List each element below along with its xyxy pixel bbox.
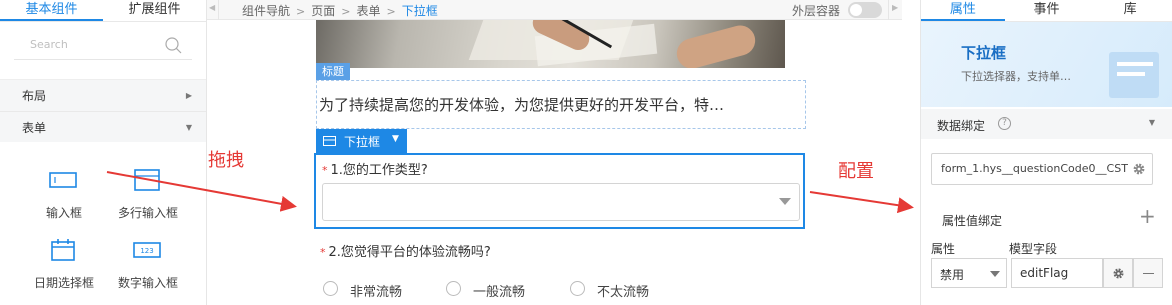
outer-container-label: 外层容器 <box>792 4 841 18</box>
breadcrumb-item[interactable]: 表单 <box>356 4 380 18</box>
component-info-banner: 下拉框 下拉选择器，支持单… <box>921 22 1172 107</box>
caret-down-icon <box>990 271 1000 277</box>
radio-label: 不太流畅 <box>597 285 650 300</box>
radio-circle[interactable] <box>323 281 338 296</box>
required-mark: * <box>320 246 326 259</box>
collapse-right-handle[interactable]: ▶ <box>888 0 902 20</box>
component-number-input[interactable]: 123 数字输入框 <box>104 230 192 296</box>
chevron-right-icon: ▶ <box>892 3 899 12</box>
collapse-left-handle[interactable]: ◀ <box>207 0 219 20</box>
question-2-label: * 2.您觉得平台的体验流畅吗? <box>320 241 491 260</box>
question-1-label: * 1.您的工作类型? <box>322 159 428 178</box>
title-text: 为了持续提高您的开发体验，为您提供更好的开发平台，特… <box>319 96 725 114</box>
breadcrumb-separator: > <box>296 5 306 18</box>
breadcrumb: 组件导航 > 页面 > 表单 > 下拉框 <box>242 2 438 19</box>
svg-text:123: 123 <box>140 247 153 255</box>
tab-properties[interactable]: 属性 <box>921 0 1005 21</box>
title-component[interactable]: 为了持续提高您的开发体验，为您提供更好的开发平台，特… <box>316 80 806 129</box>
radio-circle[interactable] <box>570 281 585 296</box>
number-input-icon: 123 <box>133 242 161 258</box>
tab-basic-components[interactable]: 基本组件 <box>0 0 103 21</box>
minus-icon <box>1143 273 1154 274</box>
property-select[interactable]: 禁用 <box>931 258 1007 288</box>
column-header-model-field: 模型字段 <box>1009 242 1058 256</box>
component-input-box[interactable]: 输入框 <box>20 160 108 226</box>
search-area <box>0 22 206 80</box>
outer-container-toggle[interactable] <box>848 2 882 18</box>
category-form[interactable]: 表单 ▼ <box>0 111 206 142</box>
title-component-tag: 标题 <box>316 63 350 80</box>
dropdown-select[interactable] <box>322 183 800 221</box>
selected-component-tag[interactable]: 下拉框 ▼ <box>316 129 407 153</box>
chevron-down-icon: ▼ <box>1148 118 1155 127</box>
dropdown-component-icon <box>323 136 336 146</box>
breadcrumb-separator: > <box>341 5 351 18</box>
palette-tabs: 基本组件 扩展组件 <box>0 0 206 22</box>
component-title: 下拉框 <box>961 44 1007 62</box>
breadcrumb-item[interactable]: 组件导航 <box>242 4 290 18</box>
breadcrumb-current: 下拉框 <box>401 4 438 18</box>
component-label: 多行输入框 <box>117 206 178 220</box>
component-palette: 基本组件 扩展组件 布局 ▶ 表单 ▼ <box>0 0 207 305</box>
configure-arrow <box>809 191 914 214</box>
component-label: 数字输入框 <box>117 276 178 290</box>
search-icon[interactable] <box>165 37 182 54</box>
component-date-picker[interactable]: 日期选择框 <box>20 230 108 296</box>
remove-binding-button[interactable] <box>1133 258 1163 288</box>
toggle-knob <box>850 4 862 16</box>
breadcrumb-item[interactable]: 页面 <box>311 4 335 18</box>
radio-circle[interactable] <box>446 281 461 296</box>
tab-library[interactable]: 库 <box>1088 0 1172 21</box>
category-label: 表单 <box>22 120 47 135</box>
data-binding-value: form_1.hys__questionCode0__CST <box>941 162 1128 175</box>
section-label: 数据绑定 <box>937 119 986 133</box>
chevron-right-icon: ▶ <box>185 91 192 100</box>
add-binding-button[interactable]: + <box>1139 204 1156 228</box>
model-field-value: editFlag <box>1020 266 1069 280</box>
column-header-property: 属性 <box>931 242 956 256</box>
banner-image <box>316 20 785 68</box>
property-binding-label: 属性值绑定 <box>942 214 1003 228</box>
search-box <box>14 34 192 60</box>
canvas-header: ◀ 组件导航 > 页面 > 表单 > 下拉框 外层容器 ▶ <box>207 0 902 20</box>
selected-component-label: 下拉框 <box>344 135 381 149</box>
search-input[interactable] <box>14 34 164 51</box>
caret-down-icon <box>779 198 791 205</box>
calendar-icon <box>51 239 75 261</box>
help-icon[interactable]: ? <box>998 117 1011 130</box>
category-label: 布局 <box>22 89 47 103</box>
model-field-settings-button[interactable] <box>1103 258 1133 288</box>
caret-down-icon[interactable]: ▼ <box>392 134 399 144</box>
chevron-down-icon: ▼ <box>185 122 192 132</box>
category-layout[interactable]: 布局 ▶ <box>0 80 206 111</box>
data-binding-field[interactable]: form_1.hys__questionCode0__CST <box>931 153 1153 185</box>
radio-label: 一般流畅 <box>473 285 526 300</box>
textarea-icon <box>134 169 160 191</box>
tab-events[interactable]: 事件 <box>1005 0 1089 21</box>
radio-label: 非常流畅 <box>350 285 403 300</box>
input-box-icon <box>49 172 77 188</box>
question-2-text: 2.您觉得平台的体验流畅吗? <box>328 245 491 260</box>
gear-icon <box>1113 268 1124 279</box>
data-binding-section-header[interactable]: 数据绑定 ? ▼ <box>921 109 1172 139</box>
component-label: 输入框 <box>45 206 82 220</box>
property-tabs: 属性 事件 库 <box>921 0 1172 22</box>
property-select-value: 禁用 <box>940 268 965 282</box>
drag-annotation: 拖拽 <box>208 150 244 171</box>
chevron-left-icon: ◀ <box>209 3 216 12</box>
gear-icon[interactable] <box>1132 162 1146 176</box>
dropdown-component[interactable]: * 1.您的工作类型? <box>314 153 805 229</box>
required-mark: * <box>322 164 328 177</box>
component-label: 日期选择框 <box>33 276 94 290</box>
question-1-text: 1.您的工作类型? <box>330 163 428 178</box>
tab-extended-components[interactable]: 扩展组件 <box>103 0 206 21</box>
component-description: 下拉选择器，支持单… <box>961 70 1071 83</box>
configure-annotation: 配置 <box>838 161 874 182</box>
breadcrumb-separator: > <box>386 5 396 18</box>
property-panel: 属性 事件 库 下拉框 下拉选择器，支持单… 数据绑定 ? ▼ form_1.h… <box>920 0 1172 305</box>
model-field-input[interactable]: editFlag <box>1011 258 1103 288</box>
component-textarea[interactable]: 多行输入框 <box>104 160 192 226</box>
designer-app: 基本组件 扩展组件 布局 ▶ 表单 ▼ <box>0 0 1172 305</box>
